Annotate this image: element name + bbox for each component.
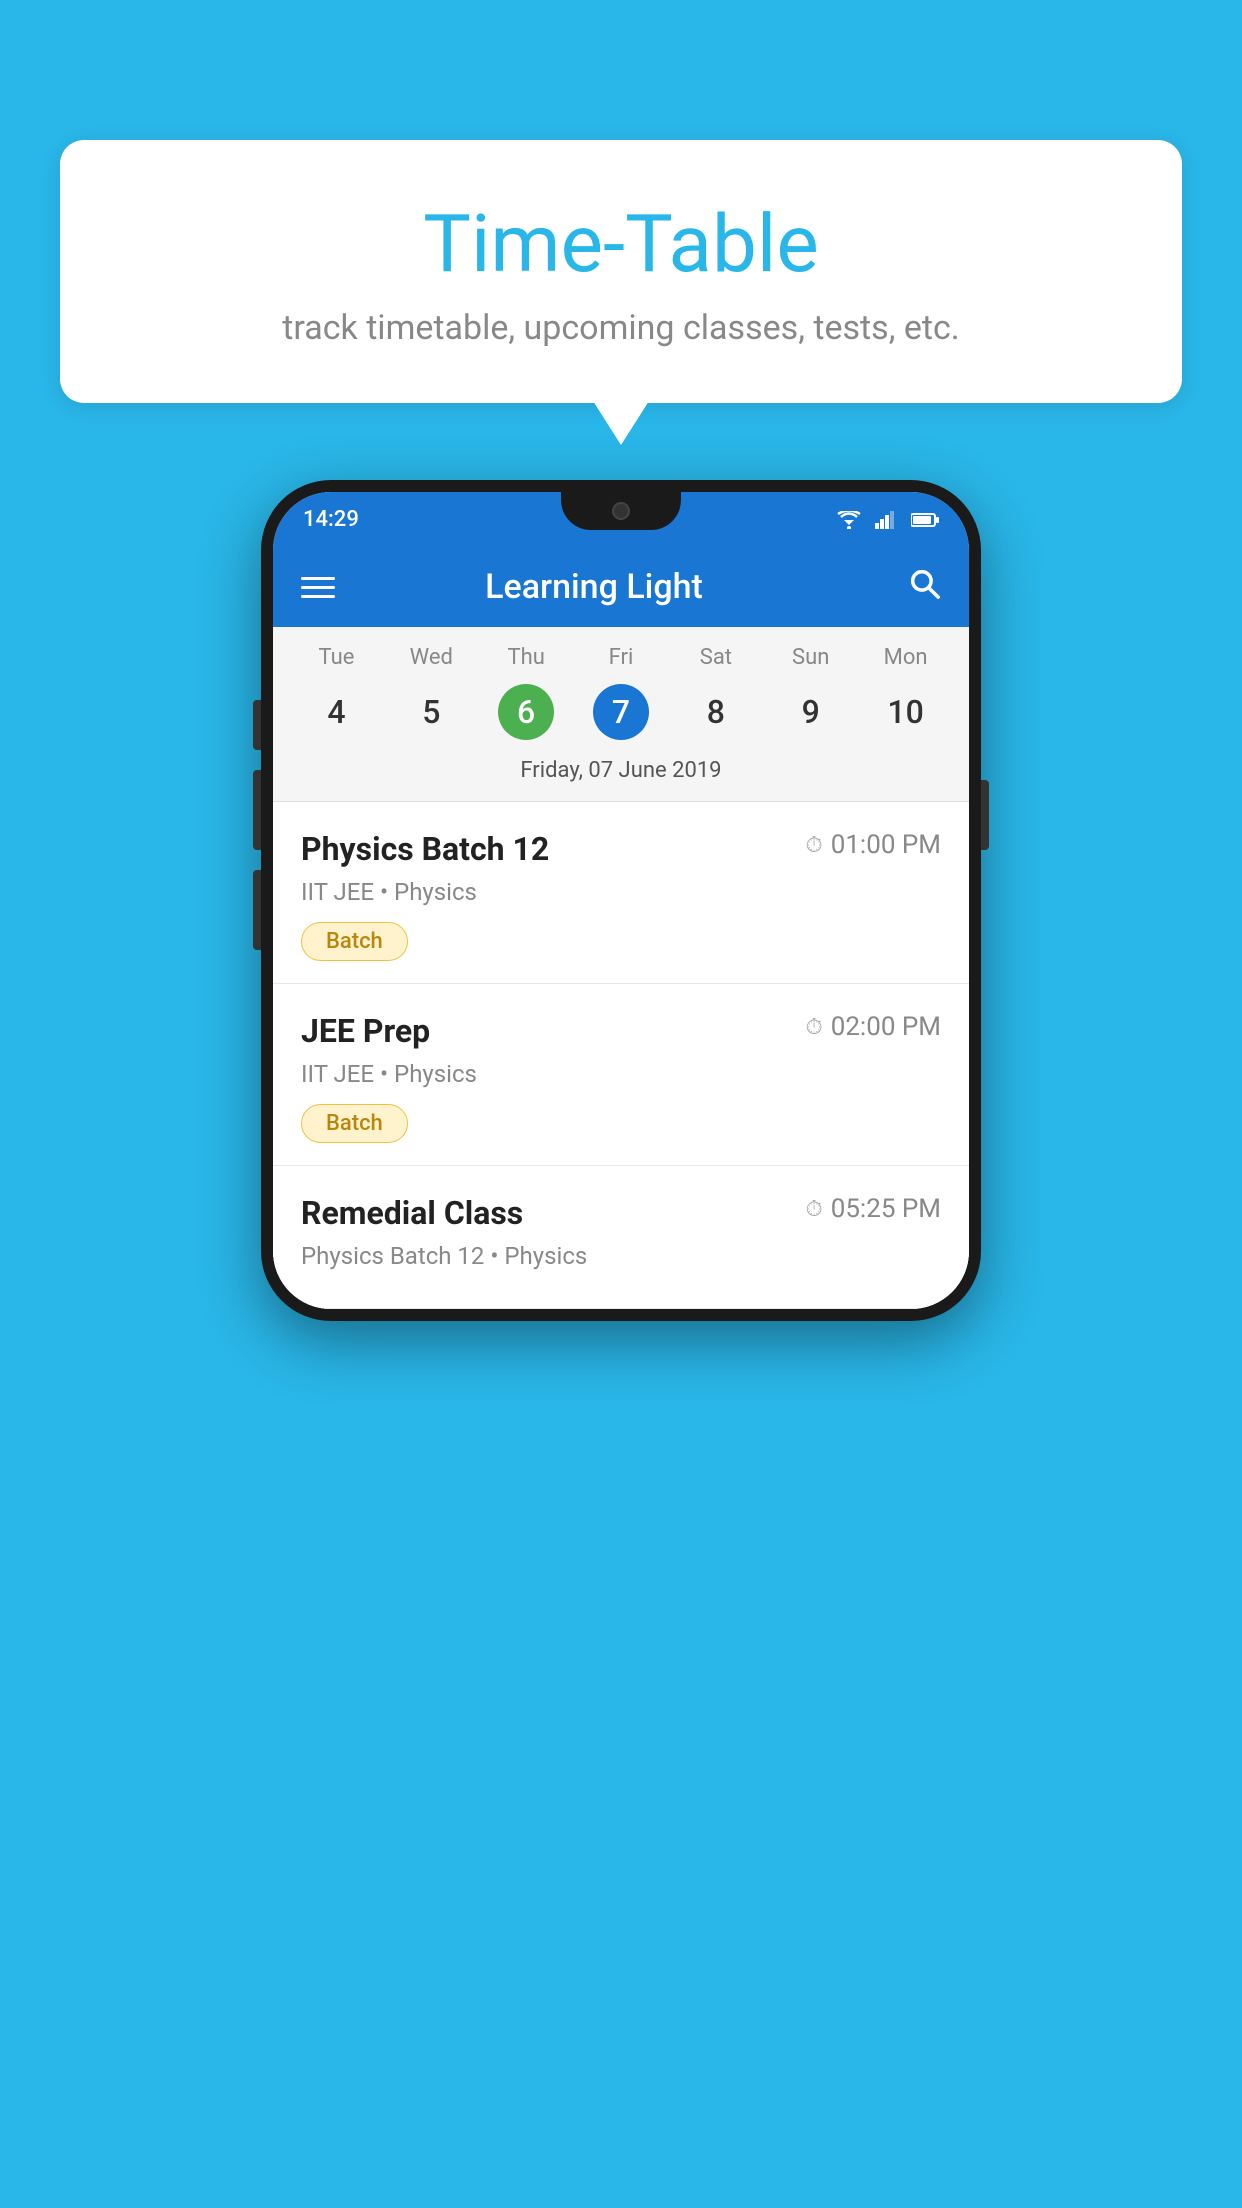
status-icons [835, 511, 939, 529]
class-meta: IIT JEE • Physics [301, 1060, 941, 1088]
day-name: Fri [609, 645, 634, 670]
phone-mockup: 14:29 [261, 480, 981, 1321]
day-number: 9 [783, 684, 839, 740]
app-title: Learning Light [355, 567, 833, 607]
batch-tag: Batch [301, 922, 408, 961]
day-name: Wed [410, 645, 453, 670]
class-meta: Physics Batch 12 • Physics [301, 1242, 941, 1270]
phone-notch [561, 492, 681, 530]
hamburger-menu-button[interactable] [301, 577, 335, 598]
day-col-tue[interactable]: Tue 4 [289, 645, 384, 740]
day-col-wed[interactable]: Wed 5 [384, 645, 479, 740]
day-name: Tue [318, 645, 354, 670]
class-time: ⏱ 05:25 PM [806, 1194, 941, 1224]
status-time: 14:29 [303, 507, 359, 532]
day-number: 6 [498, 684, 554, 740]
day-col-mon[interactable]: Mon 10 [858, 645, 953, 740]
clock-icon: ⏱ [806, 833, 823, 858]
front-camera [612, 502, 630, 520]
day-number: 4 [308, 684, 364, 740]
signal-icon [873, 511, 901, 529]
hamburger-line-3 [301, 595, 335, 598]
day-col-thu[interactable]: Thu 6 [479, 645, 574, 740]
wifi-icon [835, 511, 863, 529]
clock-icon: ⏱ [806, 1197, 823, 1222]
class-item-header: Remedial Class ⏱ 05:25 PM [301, 1194, 941, 1232]
class-item-header: JEE Prep ⏱ 02:00 PM [301, 1012, 941, 1050]
clock-icon: ⏱ [806, 1015, 823, 1040]
battery-icon [911, 511, 939, 529]
class-name: Physics Batch 12 [301, 830, 549, 868]
class-meta: IIT JEE • Physics [301, 878, 941, 906]
hamburger-line-1 [301, 577, 335, 580]
bubble-title: Time-Table [110, 200, 1132, 288]
day-number: 10 [878, 684, 934, 740]
day-name: Mon [884, 645, 928, 670]
day-col-sat[interactable]: Sat 8 [668, 645, 763, 740]
hamburger-line-2 [301, 586, 335, 589]
class-item-1[interactable]: JEE Prep ⏱ 02:00 PM IIT JEE • Physics Batch [273, 984, 969, 1166]
day-name: Thu [507, 645, 544, 670]
day-number: 8 [688, 684, 744, 740]
status-bar: 14:29 [273, 492, 969, 547]
class-time: ⏱ 02:00 PM [806, 1012, 941, 1042]
day-name: Sun [792, 645, 829, 670]
day-number: 7 [593, 684, 649, 740]
mute-button [253, 700, 261, 750]
volume-up-button [253, 770, 261, 850]
calendar-header: Tue 4 Wed 5 Thu 6 Fri 7 Sat 8 Sun 9 Mon 10 Friday, 07… [273, 627, 969, 802]
day-number: 5 [403, 684, 459, 740]
class-name: Remedial Class [301, 1194, 523, 1232]
date-label: Friday, 07 June 2019 [273, 748, 969, 801]
power-button [981, 780, 989, 850]
day-col-fri[interactable]: Fri 7 [574, 645, 669, 740]
days-row: Tue 4 Wed 5 Thu 6 Fri 7 Sat 8 Sun 9 Mon 10 [273, 627, 969, 748]
volume-down-button [253, 870, 261, 950]
class-item-header: Physics Batch 12 ⏱ 01:00 PM [301, 830, 941, 868]
class-name: JEE Prep [301, 1012, 430, 1050]
speech-bubble: Time-Table track timetable, upcoming cla… [60, 140, 1182, 403]
class-item-0[interactable]: Physics Batch 12 ⏱ 01:00 PM IIT JEE • Phys… [273, 802, 969, 984]
phone-outer: 14:29 [261, 480, 981, 1321]
app-bar: Learning Light [273, 547, 969, 627]
class-item-2[interactable]: Remedial Class ⏱ 05:25 PM Physics Batch 12… [273, 1166, 969, 1309]
day-col-sun[interactable]: Sun 9 [763, 645, 858, 740]
search-button[interactable] [907, 566, 941, 609]
class-list: Physics Batch 12 ⏱ 01:00 PM IIT JEE • Phys… [273, 802, 969, 1309]
day-name: Sat [700, 645, 732, 670]
bubble-subtitle: track timetable, upcoming classes, tests… [110, 308, 1132, 348]
batch-tag: Batch [301, 1104, 408, 1143]
speech-bubble-container: Time-Table track timetable, upcoming cla… [60, 140, 1182, 403]
class-time: ⏱ 01:00 PM [806, 830, 941, 860]
phone-screen: 14:29 [273, 492, 969, 1309]
